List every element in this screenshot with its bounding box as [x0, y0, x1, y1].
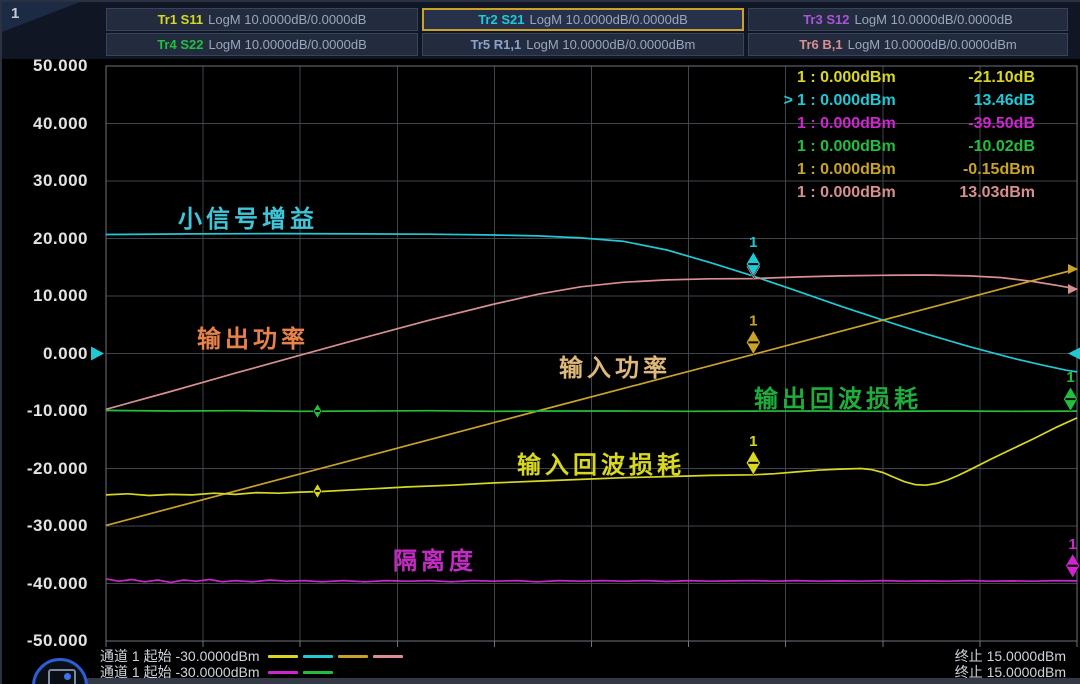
marker-value: -39.50dB — [927, 115, 1035, 133]
y-axis-label: 10.000 — [2, 286, 88, 306]
curve-label: 输入回波损耗 — [517, 445, 685, 480]
trace-color-swatch — [268, 655, 298, 658]
trace-settings: LogM 10.0000dB/0.0000dB — [529, 12, 687, 27]
trace-settings: LogM 10.0000dB/0.0000dB — [208, 12, 366, 27]
trace-color-legend — [268, 655, 408, 658]
marker-number: 1 — [749, 312, 757, 329]
active-marker-indicator: > — [777, 92, 793, 110]
marker-value: -10.02dB — [927, 138, 1035, 156]
bottom-edge-strip — [60, 678, 1080, 684]
marker-value: 13.03dBm — [927, 184, 1035, 202]
trace-color-swatch — [338, 655, 368, 658]
curve-label: 输出回波损耗 — [754, 379, 922, 414]
marker-readout-panel: 1 : 0.000dBm -21.10dB > 1 : 0.000dBm 13.… — [775, 66, 1035, 204]
marker-readout-row-tr2: > 1 : 0.000dBm 13.46dB — [775, 89, 1035, 112]
marker-stimulus: 1 : 0.000dBm — [793, 92, 927, 110]
marker-readout-row-tr5: 1 : 0.000dBm -0.15dBm — [775, 158, 1035, 181]
trace-color-swatch — [373, 655, 403, 658]
y-axis-label: -20.000 — [2, 459, 88, 479]
y-axis-label: -10.000 — [2, 401, 88, 421]
trace-button-tr4-s22[interactable]: Tr4 S22 LogM 10.0000dB/0.0000dB — [106, 33, 418, 56]
marker-stimulus: 1 : 0.000dBm — [793, 115, 927, 133]
trace-id: Tr2 S21 — [478, 12, 524, 27]
marker-number: 1 — [1069, 536, 1077, 553]
curve-label: 输入功率 — [559, 348, 671, 383]
marker-readout-row-tr6: 1 : 0.000dBm 13.03dBm — [775, 181, 1035, 204]
curve-label: 隔离度 — [393, 541, 477, 576]
trace-settings: LogM 10.0000dB/0.0000dBm — [526, 37, 695, 52]
marker-value: -21.10dB — [927, 69, 1035, 87]
trace-button-tr2-s21[interactable]: Tr2 S21 LogM 10.0000dB/0.0000dB — [422, 8, 744, 31]
marker-value: -0.15dBm — [927, 161, 1035, 179]
y-axis-label: 20.000 — [2, 229, 88, 249]
reference-level-triangle-left — [91, 347, 104, 361]
channel-badge-label: 1 — [11, 5, 19, 22]
y-axis-label: 40.000 — [2, 114, 88, 134]
marker-stimulus: 1 : 0.000dBm — [793, 69, 927, 87]
trace-id: Tr1 S11 — [158, 12, 204, 27]
trace-color-swatch — [303, 671, 333, 674]
marker-number: 1 — [749, 433, 757, 450]
trace-id: Tr6 B,1 — [799, 37, 842, 52]
y-axis-label: -30.000 — [2, 516, 88, 536]
marker-stimulus: 1 : 0.000dBm — [793, 138, 927, 156]
marker-readout-row-tr3: 1 : 0.000dBm -39.50dB — [775, 112, 1035, 135]
y-axis-label: 30.000 — [2, 171, 88, 191]
reference-level-triangle-right — [1068, 347, 1080, 361]
marker-readout-row-tr1: 1 : 0.000dBm -21.10dB — [775, 66, 1035, 89]
trace-button-tr1-s11[interactable]: Tr1 S11 LogM 10.0000dB/0.0000dB — [106, 8, 418, 31]
y-axis-label: 50.000 — [2, 56, 88, 76]
trace-color-legend — [268, 671, 338, 674]
trace-settings: LogM 10.0000dB/0.0000dB — [208, 37, 366, 52]
y-axis-label: 0.000 — [2, 344, 88, 364]
marker-stimulus: 1 : 0.000dBm — [793, 161, 927, 179]
trace-color-swatch — [303, 655, 333, 658]
marker-readout-row-tr4: 1 : 0.000dBm -10.02dB — [775, 135, 1035, 158]
trace-id: Tr3 S12 — [803, 12, 849, 27]
y-axis-label: -50.000 — [2, 631, 88, 651]
trace-button-tr6-b1[interactable]: Tr6 B,1 LogM 10.0000dB/0.0000dBm — [748, 33, 1068, 56]
trace-id: Tr4 S22 — [157, 37, 203, 52]
trace-id: Tr5 R1,1 — [471, 37, 522, 52]
trace-color-swatch — [268, 671, 298, 674]
trace-settings: LogM 10.0000dB/0.0000dB — [854, 12, 1012, 27]
curve-label: 输出功率 — [197, 319, 309, 354]
curve-label: 小信号增益 — [178, 199, 318, 234]
marker-stimulus: 1 : 0.000dBm — [793, 184, 927, 202]
vna-screen: 11111 1 Tr1 S11 LogM 10.0000dB/0.0000dB … — [0, 0, 1080, 684]
trace-button-tr3-s12[interactable]: Tr3 S12 LogM 10.0000dB/0.0000dB — [748, 8, 1068, 31]
marker-number: 1 — [749, 234, 757, 251]
marker-number: 1 — [1066, 369, 1074, 386]
trace-button-tr5-r11[interactable]: Tr5 R1,1 LogM 10.0000dB/0.0000dBm — [422, 33, 744, 56]
marker-value: 13.46dB — [927, 92, 1035, 110]
trace-s22-output-return-loss — [106, 410, 1077, 411]
y-axis-label: -40.000 — [2, 574, 88, 594]
camera-icon — [48, 669, 76, 684]
trace-settings: LogM 10.0000dB/0.0000dBm — [848, 37, 1017, 52]
